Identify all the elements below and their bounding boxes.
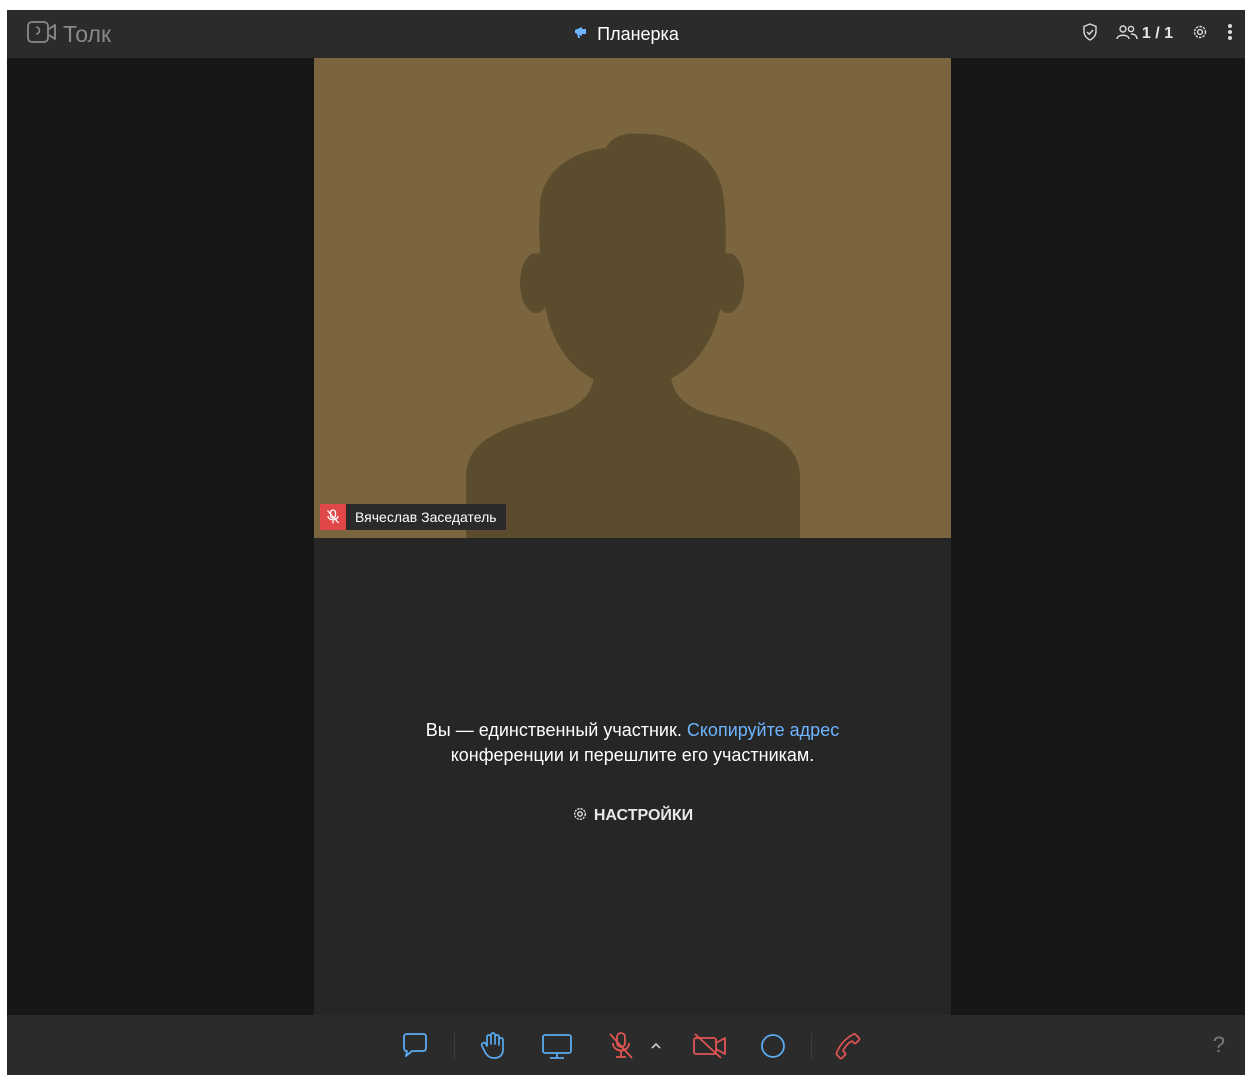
shield-check-icon[interactable] bbox=[1082, 22, 1098, 46]
record-button[interactable] bbox=[757, 1030, 789, 1062]
video-placeholder: Вячеслав Заседатель bbox=[314, 58, 951, 538]
toolbar-divider bbox=[811, 1033, 812, 1059]
participants-button[interactable]: 1 / 1 bbox=[1116, 24, 1173, 45]
participant-name: Вячеслав Заседатель bbox=[346, 504, 506, 530]
gear-icon[interactable] bbox=[1191, 23, 1209, 46]
settings-label: НАСТРОЙКИ bbox=[593, 807, 694, 824]
top-bar-actions: 1 / 1 bbox=[1082, 20, 1233, 48]
message-text-start: Вы — единственный участник. bbox=[425, 720, 687, 740]
megaphone-icon bbox=[573, 24, 589, 45]
microphone-button[interactable] bbox=[605, 1030, 637, 1062]
screen-share-button[interactable] bbox=[540, 1030, 572, 1062]
people-icon bbox=[1116, 24, 1138, 45]
top-bar: Толк Планерка 1 / 1 bbox=[7, 10, 1245, 58]
kebab-menu-icon[interactable] bbox=[1227, 23, 1233, 46]
copy-address-link[interactable]: Скопируйте адрес bbox=[687, 720, 839, 740]
phone-hangup-icon bbox=[835, 1032, 861, 1060]
help-button[interactable]: ? bbox=[1213, 1032, 1225, 1058]
avatar-silhouette-icon bbox=[466, 133, 800, 538]
chat-bubble-icon bbox=[403, 1033, 427, 1057]
raise-hand-icon bbox=[480, 1032, 504, 1059]
screen-share-icon bbox=[542, 1034, 572, 1059]
microphone-options-chevron[interactable] bbox=[649, 1030, 663, 1062]
gear-icon bbox=[572, 806, 588, 827]
hangup-button[interactable] bbox=[833, 1030, 865, 1062]
camera-off-icon bbox=[693, 1033, 726, 1059]
empty-state-message: Вы — единственный участник. Скопируйте а… bbox=[314, 718, 951, 768]
participant-tile: Вячеслав Заседатель Вы — единственный уч… bbox=[314, 58, 951, 1015]
conference-window: Толк Планерка 1 / 1 Вячеслав Заседатель … bbox=[7, 10, 1245, 1075]
mic-off-icon bbox=[320, 504, 346, 530]
conference-title: Планерка bbox=[7, 20, 1245, 48]
record-circle-icon bbox=[761, 1034, 785, 1058]
participant-name-tag: Вячеслав Заседатель bbox=[320, 504, 506, 530]
message-text-end: конференции и перешлите его участникам. bbox=[450, 745, 815, 765]
chat-button[interactable] bbox=[399, 1030, 431, 1062]
raise-hand-button[interactable] bbox=[477, 1030, 509, 1062]
camera-button[interactable] bbox=[691, 1030, 729, 1062]
call-toolbar: ? bbox=[7, 1015, 1245, 1075]
settings-button[interactable]: НАСТРОЙКИ bbox=[314, 804, 951, 828]
chevron-up-icon bbox=[651, 1042, 661, 1049]
participants-count: 1 / 1 bbox=[1141, 25, 1173, 42]
mic-off-icon bbox=[609, 1032, 633, 1059]
conference-title-text: Планерка bbox=[597, 23, 679, 44]
toolbar-divider bbox=[454, 1033, 455, 1059]
